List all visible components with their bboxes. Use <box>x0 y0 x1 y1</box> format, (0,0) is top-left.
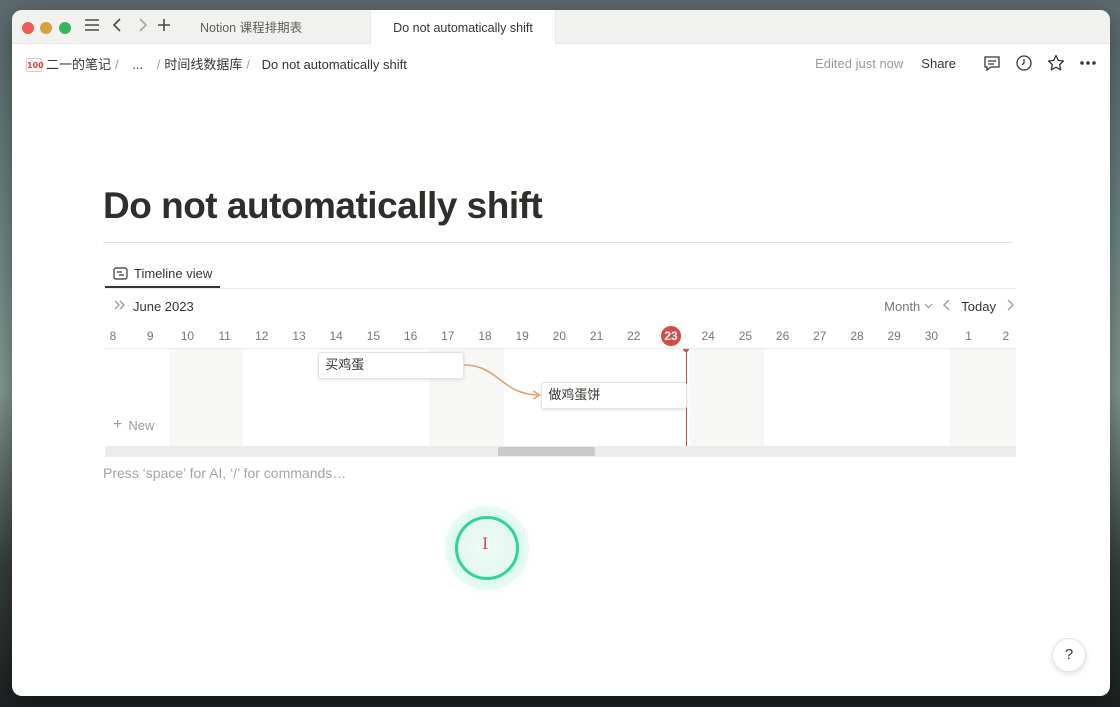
today-button[interactable]: Today <box>961 299 996 314</box>
timeline-task[interactable]: 做鸡蛋饼 <box>541 382 687 409</box>
timeline-month: June 2023 <box>113 298 194 314</box>
forward-arrow-icon[interactable] <box>132 17 152 37</box>
day-label: 18 <box>478 329 492 343</box>
day-label: 23 <box>664 329 678 343</box>
comment-icon[interactable] <box>982 53 1002 73</box>
day-label: 13 <box>292 329 306 343</box>
page-topbar: 100 二一的笔记 / ... / 时间线数据库 / Do not automatica… <box>12 44 1110 80</box>
minimize-window-button[interactable] <box>40 22 52 34</box>
day-label: 28 <box>850 329 864 343</box>
day-axis: 8 9 10 11 12 13 14 15 16 17 18 19 20 21 22 23 24 25 26 27 28… <box>105 325 1016 347</box>
back-arrow-icon[interactable] <box>108 17 128 37</box>
tab-timeline-view[interactable]: Timeline view <box>105 260 221 288</box>
breadcrumb-database[interactable]: 时间线数据库 <box>164 57 242 72</box>
day-label: 21 <box>589 329 604 343</box>
title-bar: Notion 课程排期表 Do not automatically shift <box>12 10 1110 44</box>
block-placeholder[interactable]: Press ‘space’ for AI, ‘/’ for commands… <box>103 465 346 481</box>
more-icon[interactable] <box>1078 53 1098 73</box>
day-label: 11 <box>218 329 231 343</box>
share-button[interactable]: Share <box>921 56 956 71</box>
edited-status: Edited just now <box>815 55 904 71</box>
zoom-window-button[interactable] <box>59 22 71 34</box>
day-label: 20 <box>552 329 567 343</box>
menu-icon[interactable] <box>82 17 102 37</box>
view-divider <box>105 288 1016 289</box>
zoom-select[interactable]: Month <box>884 299 920 314</box>
plus-icon: + <box>113 416 123 433</box>
breadcrumb-separator: / <box>115 57 119 72</box>
help-button[interactable]: ? <box>1052 638 1086 672</box>
page-title[interactable]: Do not automatically shift <box>103 185 543 227</box>
view-tab-label: Timeline view <box>134 265 213 281</box>
day-label: 2 <box>1002 329 1010 343</box>
timeline-task[interactable]: 买鸡蛋 <box>318 352 464 379</box>
breadcrumb-separator: / <box>156 57 161 72</box>
chevron-down-icon[interactable] <box>924 303 933 309</box>
day-label: 25 <box>738 329 753 343</box>
day-label: 29 <box>887 329 901 343</box>
timeline-icon <box>113 266 128 280</box>
clock-icon[interactable] <box>1014 53 1034 73</box>
day-label: 17 <box>441 329 455 343</box>
new-task-label: New <box>128 417 155 433</box>
timeline-grid: + New 买鸡蛋做鸡蛋饼 <box>105 348 1016 446</box>
day-label: 24 <box>701 329 715 343</box>
timeline-controls: Month Today <box>884 298 1014 314</box>
day-label: 16 <box>403 329 418 343</box>
day-label: 9 <box>146 329 154 343</box>
breadcrumb-page[interactable]: Do not automatically shift <box>262 57 407 72</box>
scrollbar-thumb[interactable] <box>498 447 595 456</box>
text-cursor-icon: I <box>482 534 489 553</box>
close-window-button[interactable] <box>22 22 34 34</box>
day-label: 19 <box>515 329 529 343</box>
day-label: 12 <box>255 329 269 343</box>
day-label: 14 <box>329 329 343 343</box>
hundred-points-icon: 100 <box>26 58 44 72</box>
star-icon[interactable] <box>1046 53 1066 73</box>
next-period-icon[interactable] <box>1006 298 1014 314</box>
day-label: 10 <box>180 329 195 343</box>
breadcrumb-ellipsis[interactable]: ... <box>132 57 143 72</box>
breadcrumb-workspace[interactable]: 二一的笔记 <box>46 57 111 72</box>
tab-do-not-automatically-shift[interactable]: Do not automatically shift <box>370 10 556 44</box>
day-label: 8 <box>109 329 117 343</box>
timeline-header: June 2023 Month Today <box>105 298 1016 320</box>
tab-notion-schedule[interactable]: Notion 课程排期表 <box>194 10 370 44</box>
collapse-table-icon[interactable] <box>113 298 127 314</box>
day-label: 22 <box>627 329 641 343</box>
title-divider <box>103 242 1012 243</box>
day-label: 26 <box>775 329 790 343</box>
app-window: Notion 课程排期表 Do not automatically shift … <box>12 10 1110 696</box>
breadcrumb: 100 二一的笔记 / ... / 时间线数据库 / Do not automatica… <box>26 54 411 73</box>
day-label: 30 <box>924 329 939 343</box>
month-label: June 2023 <box>133 298 194 314</box>
day-label: 1 <box>965 329 972 343</box>
previous-period-icon[interactable] <box>943 298 951 314</box>
new-tab-plus-icon[interactable] <box>154 17 174 37</box>
breadcrumb-separator: / <box>246 57 250 72</box>
day-label: 15 <box>366 329 381 343</box>
topbar-actions: Edited just now Share <box>815 53 1098 73</box>
day-label: 27 <box>813 329 827 343</box>
horizontal-scrollbar[interactable] <box>105 446 1016 457</box>
new-task-button[interactable]: + New <box>113 417 154 433</box>
